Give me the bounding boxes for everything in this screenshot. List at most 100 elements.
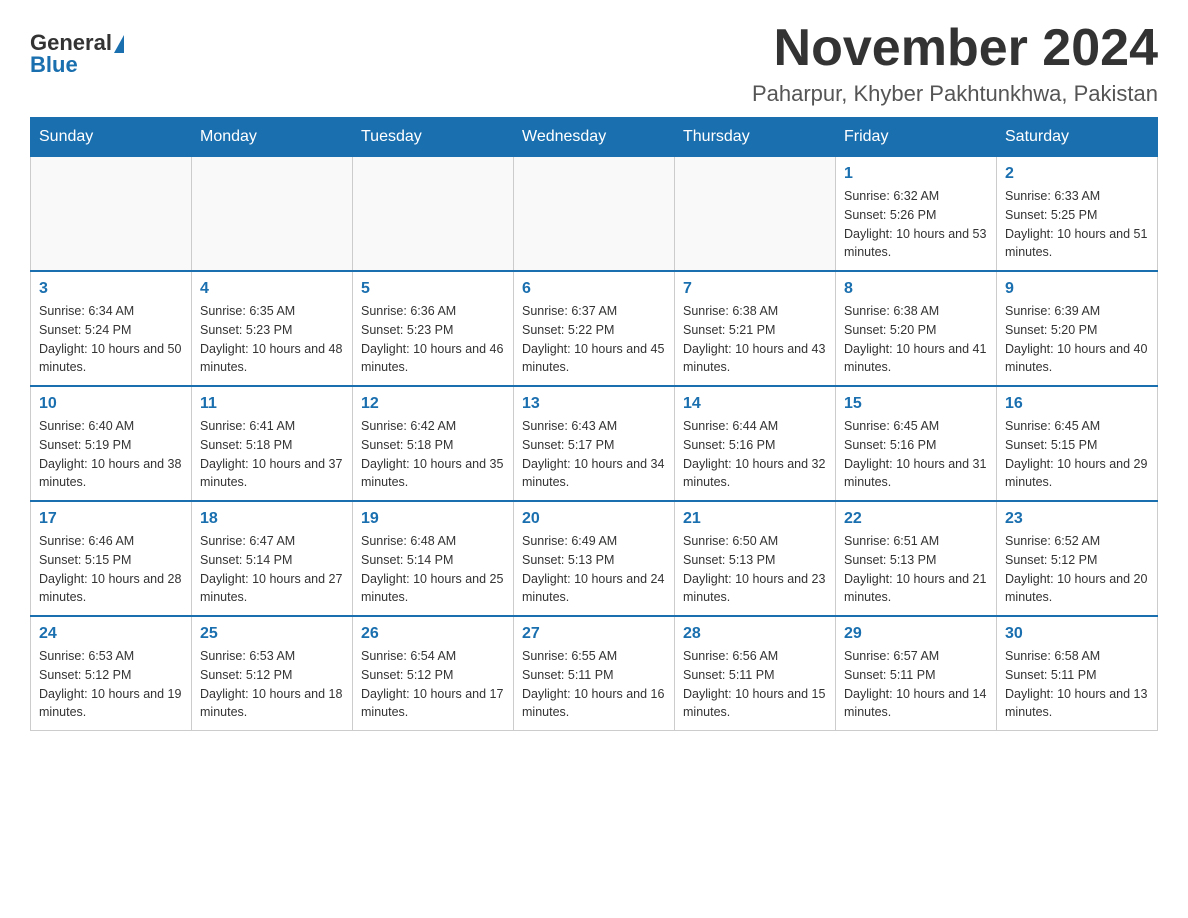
day-number: 22 xyxy=(844,510,988,528)
calendar-day-cell xyxy=(514,157,675,272)
calendar-day-cell: 6 Sunrise: 6:37 AMSunset: 5:22 PMDaylight… xyxy=(514,271,675,386)
day-number: 5 xyxy=(361,280,505,298)
calendar-day-cell: 23 Sunrise: 6:52 AMSunset: 5:12 PMDayligh… xyxy=(997,501,1158,616)
logo-blue: Blue xyxy=(30,52,124,78)
calendar-week-row: 17 Sunrise: 6:46 AMSunset: 5:15 PMDayligh… xyxy=(31,501,1158,616)
calendar-day-cell: 27 Sunrise: 6:55 AMSunset: 5:11 PMDayligh… xyxy=(514,616,675,731)
calendar-day-cell: 8 Sunrise: 6:38 AMSunset: 5:20 PMDaylight… xyxy=(836,271,997,386)
calendar-week-row: 3 Sunrise: 6:34 AMSunset: 5:24 PMDaylight… xyxy=(31,271,1158,386)
calendar-weekday-header: Monday xyxy=(192,118,353,157)
calendar-day-cell: 24 Sunrise: 6:53 AMSunset: 5:12 PMDayligh… xyxy=(31,616,192,731)
day-number: 27 xyxy=(522,625,666,643)
day-number: 14 xyxy=(683,395,827,413)
calendar-weekday-header: Saturday xyxy=(997,118,1158,157)
day-info: Sunrise: 6:53 AMSunset: 5:12 PMDaylight:… xyxy=(200,647,344,722)
day-info: Sunrise: 6:47 AMSunset: 5:14 PMDaylight:… xyxy=(200,532,344,607)
calendar-day-cell: 4Sunrise: 6:35 AMSunset: 5:23 PMDaylight… xyxy=(192,271,353,386)
day-number: 19 xyxy=(361,510,505,528)
day-number: 11 xyxy=(200,395,344,413)
day-info: Sunrise: 6:34 AMSunset: 5:24 PMDaylight:… xyxy=(39,302,183,377)
day-number: 17 xyxy=(39,510,183,528)
day-number: 6 xyxy=(522,280,666,298)
day-info: Sunrise: 6:55 AMSunset: 5:11 PMDaylight:… xyxy=(522,647,666,722)
day-info: Sunrise: 6:35 AMSunset: 5:23 PMDaylight:… xyxy=(200,302,344,377)
day-info: Sunrise: 6:56 AMSunset: 5:11 PMDaylight:… xyxy=(683,647,827,722)
day-number: 9 xyxy=(1005,280,1149,298)
calendar-day-cell: 17 Sunrise: 6:46 AMSunset: 5:15 PMDayligh… xyxy=(31,501,192,616)
day-info: Sunrise: 6:33 AMSunset: 5:25 PMDaylight:… xyxy=(1005,187,1149,262)
calendar-day-cell: 1Sunrise: 6:32 AMSunset: 5:26 PMDaylight… xyxy=(836,157,997,272)
day-number: 28 xyxy=(683,625,827,643)
day-number: 30 xyxy=(1005,625,1149,643)
day-info: Sunrise: 6:39 AMSunset: 5:20 PMDaylight:… xyxy=(1005,302,1149,377)
day-info: Sunrise: 6:38 AMSunset: 5:20 PMDaylight:… xyxy=(844,302,988,377)
calendar-weekday-header: Wednesday xyxy=(514,118,675,157)
day-number: 21 xyxy=(683,510,827,528)
calendar-day-cell: 21 Sunrise: 6:50 AMSunset: 5:13 PMDayligh… xyxy=(675,501,836,616)
calendar-day-cell: 28 Sunrise: 6:56 AMSunset: 5:11 PMDayligh… xyxy=(675,616,836,731)
day-number: 8 xyxy=(844,280,988,298)
day-number: 29 xyxy=(844,625,988,643)
calendar-day-cell: 20 Sunrise: 6:49 AMSunset: 5:13 PMDayligh… xyxy=(514,501,675,616)
day-number: 3 xyxy=(39,280,183,298)
calendar-day-cell: 5Sunrise: 6:36 AMSunset: 5:23 PMDaylight… xyxy=(353,271,514,386)
logo: General Blue xyxy=(30,30,124,78)
calendar-table: SundayMondayTuesdayWednesdayThursdayFrid… xyxy=(30,117,1158,731)
calendar-day-cell: 19Sunrise: 6:48 AMSunset: 5:14 PMDayligh… xyxy=(353,501,514,616)
day-number: 24 xyxy=(39,625,183,643)
calendar-day-cell: 7 Sunrise: 6:38 AMSunset: 5:21 PMDaylight… xyxy=(675,271,836,386)
calendar-weekday-header: Sunday xyxy=(31,118,192,157)
calendar-day-cell: 9 Sunrise: 6:39 AMSunset: 5:20 PMDaylight… xyxy=(997,271,1158,386)
calendar-day-cell: 11 Sunrise: 6:41 AMSunset: 5:18 PMDayligh… xyxy=(192,386,353,501)
day-info: Sunrise: 6:37 AMSunset: 5:22 PMDaylight:… xyxy=(522,302,666,377)
day-info: Sunrise: 6:40 AMSunset: 5:19 PMDaylight:… xyxy=(39,417,183,492)
day-info: Sunrise: 6:53 AMSunset: 5:12 PMDaylight:… xyxy=(39,647,183,722)
calendar-weekday-header: Thursday xyxy=(675,118,836,157)
calendar-weekday-header: Friday xyxy=(836,118,997,157)
day-info: Sunrise: 6:43 AMSunset: 5:17 PMDaylight:… xyxy=(522,417,666,492)
day-info: Sunrise: 6:38 AMSunset: 5:21 PMDaylight:… xyxy=(683,302,827,377)
day-info: Sunrise: 6:52 AMSunset: 5:12 PMDaylight:… xyxy=(1005,532,1149,607)
calendar-day-cell xyxy=(192,157,353,272)
calendar-day-cell: 18Sunrise: 6:47 AMSunset: 5:14 PMDayligh… xyxy=(192,501,353,616)
calendar-day-cell: 10Sunrise: 6:40 AMSunset: 5:19 PMDayligh… xyxy=(31,386,192,501)
day-number: 13 xyxy=(522,395,666,413)
calendar-weekday-header: Tuesday xyxy=(353,118,514,157)
day-number: 23 xyxy=(1005,510,1149,528)
day-info: Sunrise: 6:57 AMSunset: 5:11 PMDaylight:… xyxy=(844,647,988,722)
calendar-day-cell: 12Sunrise: 6:42 AMSunset: 5:18 PMDayligh… xyxy=(353,386,514,501)
day-info: Sunrise: 6:46 AMSunset: 5:15 PMDaylight:… xyxy=(39,532,183,607)
calendar-day-cell: 22 Sunrise: 6:51 AMSunset: 5:13 PMDayligh… xyxy=(836,501,997,616)
day-number: 15 xyxy=(844,395,988,413)
day-number: 7 xyxy=(683,280,827,298)
calendar-day-cell: 16 Sunrise: 6:45 AMSunset: 5:15 PMDayligh… xyxy=(997,386,1158,501)
day-number: 12 xyxy=(361,395,505,413)
day-info: Sunrise: 6:45 AMSunset: 5:16 PMDaylight:… xyxy=(844,417,988,492)
day-number: 2 xyxy=(1005,165,1149,183)
calendar-day-cell: 25 Sunrise: 6:53 AMSunset: 5:12 PMDayligh… xyxy=(192,616,353,731)
calendar-day-cell: 26Sunrise: 6:54 AMSunset: 5:12 PMDayligh… xyxy=(353,616,514,731)
calendar-day-cell xyxy=(675,157,836,272)
location-title: Paharpur, Khyber Pakhtunkhwa, Pakistan xyxy=(752,81,1158,107)
day-info: Sunrise: 6:49 AMSunset: 5:13 PMDaylight:… xyxy=(522,532,666,607)
day-number: 1 xyxy=(844,165,988,183)
day-info: Sunrise: 6:45 AMSunset: 5:15 PMDaylight:… xyxy=(1005,417,1149,492)
calendar-week-row: 1Sunrise: 6:32 AMSunset: 5:26 PMDaylight… xyxy=(31,157,1158,272)
calendar-day-cell: 29 Sunrise: 6:57 AMSunset: 5:11 PMDayligh… xyxy=(836,616,997,731)
day-number: 16 xyxy=(1005,395,1149,413)
calendar-week-row: 24 Sunrise: 6:53 AMSunset: 5:12 PMDayligh… xyxy=(31,616,1158,731)
calendar-day-cell xyxy=(31,157,192,272)
day-info: Sunrise: 6:51 AMSunset: 5:13 PMDaylight:… xyxy=(844,532,988,607)
day-info: Sunrise: 6:58 AMSunset: 5:11 PMDaylight:… xyxy=(1005,647,1149,722)
day-number: 25 xyxy=(200,625,344,643)
title-section: November 2024 Paharpur, Khyber Pakhtunkh… xyxy=(752,20,1158,107)
calendar-day-cell: 2 Sunrise: 6:33 AMSunset: 5:25 PMDaylight… xyxy=(997,157,1158,272)
day-number: 20 xyxy=(522,510,666,528)
calendar-day-cell: 30 Sunrise: 6:58 AMSunset: 5:11 PMDayligh… xyxy=(997,616,1158,731)
calendar-day-cell: 3 Sunrise: 6:34 AMSunset: 5:24 PMDaylight… xyxy=(31,271,192,386)
day-info: Sunrise: 6:50 AMSunset: 5:13 PMDaylight:… xyxy=(683,532,827,607)
day-info: Sunrise: 6:41 AMSunset: 5:18 PMDaylight:… xyxy=(200,417,344,492)
calendar-week-row: 10Sunrise: 6:40 AMSunset: 5:19 PMDayligh… xyxy=(31,386,1158,501)
calendar-day-cell: 14Sunrise: 6:44 AMSunset: 5:16 PMDayligh… xyxy=(675,386,836,501)
calendar-day-cell: 15 Sunrise: 6:45 AMSunset: 5:16 PMDayligh… xyxy=(836,386,997,501)
